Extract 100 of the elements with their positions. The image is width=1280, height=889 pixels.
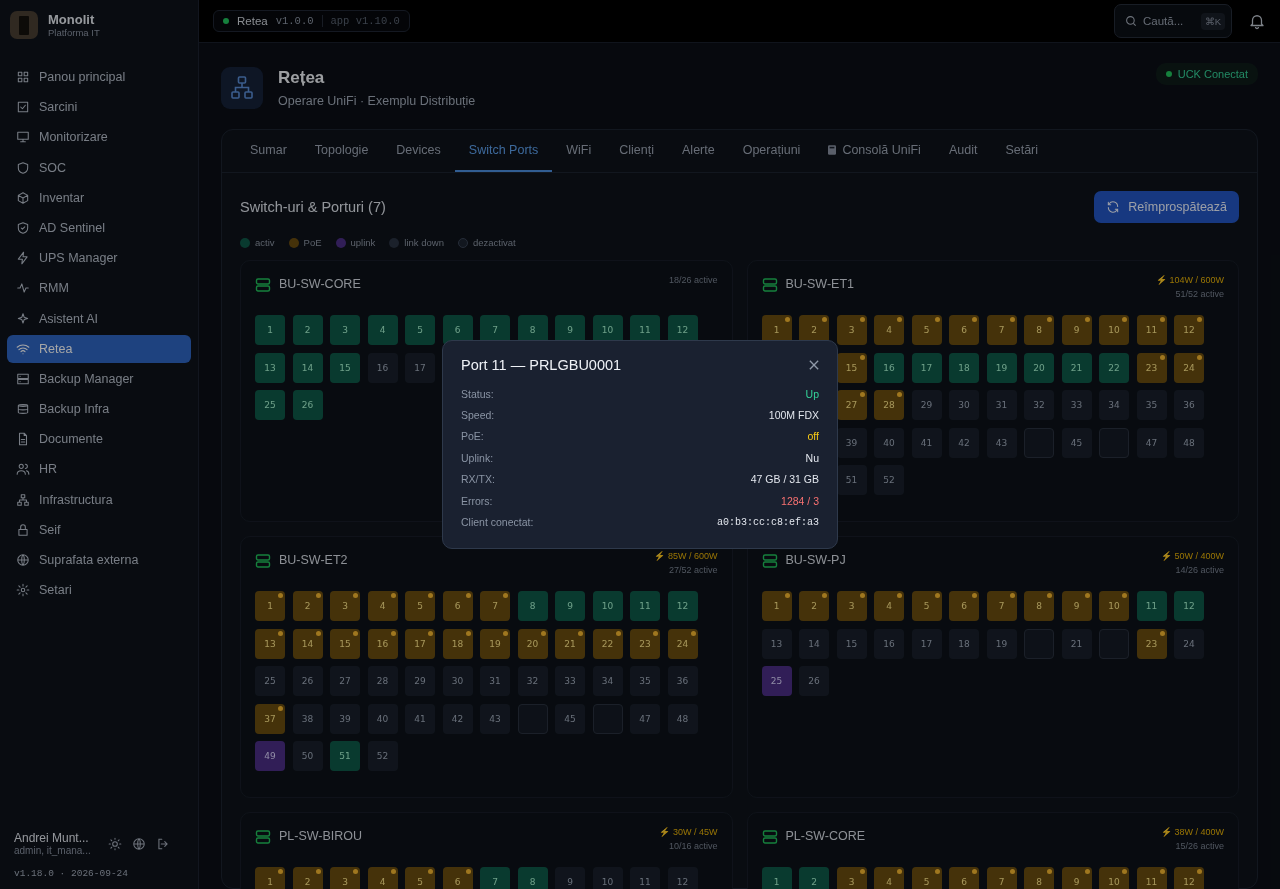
port-tile[interactable]: 7 (986, 591, 1017, 621)
port-tile[interactable]: 9 (1061, 315, 1092, 345)
port-tile[interactable]: 48 (667, 703, 698, 734)
port-tile[interactable]: 41 (911, 427, 942, 458)
tab[interactable]: WiFi (552, 130, 606, 172)
port-tile[interactable]: 6 (442, 591, 473, 621)
port-tile[interactable]: 24 (1174, 628, 1204, 659)
port-tile[interactable]: 24 (1174, 352, 1204, 383)
port-tile[interactable]: 18 (442, 628, 473, 659)
port-tile[interactable]: 27 (836, 390, 867, 420)
close-icon[interactable] (809, 360, 819, 370)
port-tile[interactable]: 47 (1136, 427, 1167, 458)
port-tile[interactable]: 28 (874, 390, 904, 420)
port-tile[interactable]: 24 (667, 628, 698, 659)
port-tile[interactable]: 5 (405, 591, 435, 621)
port-tile[interactable]: 13 (255, 628, 285, 659)
port-tile[interactable]: 2 (292, 867, 323, 889)
port-tile[interactable]: 31 (480, 666, 510, 696)
port-tile[interactable]: 5 (405, 867, 435, 889)
sidebar-item[interactable]: AD Sentinel (7, 213, 191, 242)
sidebar-item[interactable]: Documente (7, 425, 191, 454)
globe-icon[interactable] (132, 836, 146, 851)
port-tile[interactable]: 11 (1136, 591, 1167, 621)
port-tile[interactable]: 17 (911, 352, 942, 383)
port-tile[interactable]: 33 (1061, 390, 1092, 420)
port-tile[interactable]: 11 (1136, 315, 1167, 345)
port-tile[interactable]: 8 (1024, 867, 1054, 889)
port-tile[interactable]: 15 (836, 628, 867, 659)
port-tile[interactable]: 12 (1174, 867, 1204, 889)
port-tile[interactable]: 25 (255, 390, 285, 420)
port-tile[interactable]: 2 (799, 867, 829, 889)
sidebar-item[interactable]: SOC (7, 153, 191, 182)
port-tile[interactable]: 48 (1174, 427, 1204, 458)
port-tile[interactable]: 4 (367, 591, 398, 621)
tab[interactable]: Topologie (300, 130, 383, 172)
port-tile[interactable]: 4 (367, 867, 398, 889)
port-tile[interactable]: 10 (592, 867, 623, 889)
tab[interactable]: Devices (382, 130, 455, 172)
port-tile[interactable]: 16 (874, 352, 904, 383)
port-tile[interactable]: 4 (874, 591, 904, 621)
port-tile[interactable]: 20 (517, 628, 548, 659)
port-tile[interactable]: 22 (1099, 352, 1129, 383)
port-tile[interactable]: 38 (292, 703, 323, 734)
port-tile[interactable]: 27 (330, 666, 360, 696)
port-tile[interactable]: 17 (911, 628, 942, 659)
port-tile[interactable]: 9 (1061, 867, 1092, 889)
port-tile[interactable]: 52 (874, 465, 904, 495)
port-tile[interactable]: 40 (874, 427, 904, 458)
tab[interactable]: Sumar (236, 130, 301, 172)
bell-icon[interactable] (1248, 12, 1266, 30)
port-tile[interactable]: 6 (442, 867, 473, 889)
port-tile[interactable]: 35 (1136, 390, 1167, 420)
tab[interactable]: Consolă UniFi (814, 130, 935, 172)
sidebar-item[interactable]: Retea (7, 334, 191, 363)
port-tile[interactable]: 7 (986, 867, 1017, 889)
port-tile[interactable]: 43 (480, 703, 510, 734)
port-tile[interactable]: 12 (667, 591, 698, 621)
port-tile[interactable]: 21 (1061, 628, 1092, 659)
port-tile[interactable]: 42 (949, 427, 979, 458)
port-tile[interactable]: 4 (874, 867, 904, 889)
port-tile[interactable]: 26 (292, 666, 323, 696)
port-tile[interactable]: 4 (874, 315, 904, 345)
port-tile[interactable]: 39 (836, 427, 867, 458)
port-tile[interactable]: 41 (405, 703, 435, 734)
port-tile[interactable]: 14 (292, 352, 323, 383)
port-tile[interactable]: 11 (630, 867, 660, 889)
port-tile[interactable]: 3 (836, 867, 867, 889)
sidebar-item[interactable]: Panou principal (7, 63, 191, 91)
port-tile[interactable]: 16 (367, 352, 398, 383)
port-tile[interactable]: 29 (911, 390, 942, 420)
sidebar-item[interactable]: UPS Manager (7, 244, 191, 273)
sidebar-item[interactable]: HR (7, 455, 191, 484)
port-tile[interactable]: 15 (836, 352, 867, 383)
port-tile[interactable]: 16 (874, 628, 904, 659)
sidebar-item[interactable]: Monitorizare (7, 123, 191, 152)
port-tile[interactable]: 5 (911, 315, 942, 345)
port-tile[interactable]: 26 (799, 666, 829, 696)
port-tile[interactable]: 6 (949, 315, 979, 345)
port-tile[interactable]: 15 (330, 352, 360, 383)
port-tile[interactable]: 14 (292, 628, 323, 659)
port-tile[interactable]: 21 (555, 628, 585, 659)
port-tile[interactable]: 35 (630, 666, 660, 696)
port-tile[interactable]: 12 (667, 867, 698, 889)
port-tile[interactable]: 52 (367, 741, 398, 771)
sidebar-item[interactable]: Setari (7, 576, 191, 605)
port-tile[interactable]: 51 (836, 465, 867, 495)
sidebar-item[interactable]: Suprafata externa (7, 546, 191, 574)
port-tile[interactable]: 10 (1099, 315, 1129, 345)
port-tile[interactable]: 4 (367, 315, 398, 345)
sidebar-item[interactable]: RMM (7, 274, 191, 303)
port-tile[interactable]: 15 (330, 628, 360, 659)
logout-icon[interactable] (156, 836, 170, 851)
port-tile[interactable]: 12 (1174, 591, 1204, 621)
sidebar-item[interactable]: Sarcini (7, 93, 191, 122)
port-tile[interactable]: 18 (949, 628, 979, 659)
port-tile[interactable]: 13 (761, 628, 792, 659)
port-tile[interactable]: 32 (1024, 390, 1054, 420)
port-tile[interactable]: 40 (367, 703, 398, 734)
port-tile[interactable]: 3 (836, 591, 867, 621)
tab[interactable]: Audit (934, 130, 992, 172)
